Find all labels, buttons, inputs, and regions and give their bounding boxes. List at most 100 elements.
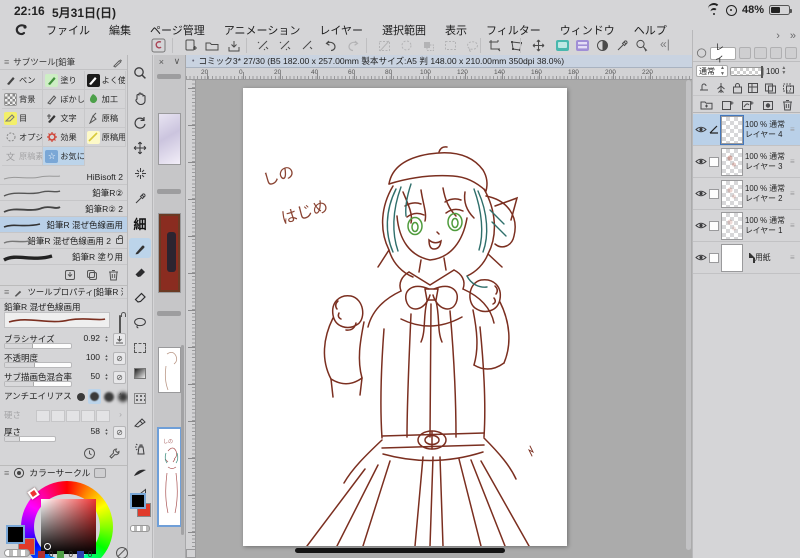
delete-layer-icon[interactable] xyxy=(782,99,793,111)
crop-icon[interactable] xyxy=(484,37,504,54)
menu-selection[interactable]: 選択範囲 xyxy=(382,22,426,38)
subtool-group-pen[interactable]: ペン xyxy=(2,71,44,90)
reselect-icon[interactable] xyxy=(396,37,416,54)
hand-tool-icon[interactable] xyxy=(129,88,151,108)
layer-mask-icon[interactable] xyxy=(762,99,774,111)
layer-grip-icon[interactable]: ≡ xyxy=(790,189,798,198)
menu-help[interactable]: ヘルプ xyxy=(634,22,667,38)
brush-item[interactable]: HiBisoft 2 xyxy=(0,169,127,185)
layer-row[interactable]: 100 % 通常 レイヤー 2 ≡ xyxy=(693,178,800,210)
layer-row[interactable]: 100 % 通常 レイヤー 1 ≡ xyxy=(693,210,800,242)
eyedropper-tool-icon[interactable] xyxy=(129,188,151,208)
layer-row-selected[interactable]: 100 % 通常 レイヤー 4 ≡ xyxy=(693,114,800,146)
duplicate-brush-icon[interactable] xyxy=(86,269,98,281)
layer-row-paper[interactable]: 用紙 ≡ xyxy=(693,242,800,274)
panel-prev-icon[interactable]: › xyxy=(776,30,780,42)
app-settings-icon[interactable] xyxy=(148,37,168,54)
transform-icon[interactable] xyxy=(506,37,526,54)
page-thumbnail[interactable] xyxy=(158,213,181,293)
new-layer-folder-icon[interactable] xyxy=(700,99,713,111)
no-dynamics-icon[interactable]: ⊘ xyxy=(113,371,126,384)
layer-thumbnail[interactable] xyxy=(721,243,743,272)
layer-thumbnail[interactable] xyxy=(721,147,743,176)
collapse-toolbar-icon[interactable]: «| xyxy=(660,37,670,51)
visibility-eye-icon[interactable] xyxy=(695,185,707,203)
reference-layer-icon[interactable] xyxy=(715,82,727,94)
lasso-tool-icon[interactable] xyxy=(129,313,151,333)
subtool-group-effect[interactable]: 効果 xyxy=(43,128,85,147)
visibility-eye-icon[interactable] xyxy=(695,121,707,139)
correction-wand-2-icon[interactable] xyxy=(274,37,294,54)
subtool-group-manuscript[interactable]: 原稿用 xyxy=(84,128,126,147)
brush-item[interactable]: 鉛筆R 混ぜ色線画用 2 xyxy=(0,233,127,249)
new-raster-layer-icon[interactable] xyxy=(721,99,734,111)
redo-button[interactable] xyxy=(344,37,364,54)
deselect-icon[interactable] xyxy=(374,37,394,54)
menu-view[interactable]: 表示 xyxy=(445,22,467,38)
menu-file[interactable]: ファイル xyxy=(46,22,90,38)
panel-grip-icon[interactable]: ≡ xyxy=(4,468,9,478)
canvas-page[interactable]: しの はじめ xyxy=(243,88,567,547)
brush-item[interactable]: 鉛筆R② 2 xyxy=(0,201,127,217)
move-icon[interactable] xyxy=(528,37,548,54)
stepper-icon[interactable]: ▲ ▼ xyxy=(103,332,110,346)
no-dynamics-icon[interactable]: ⊘ xyxy=(113,352,126,365)
tab-layer-property-icon[interactable] xyxy=(739,47,752,59)
blend-tool-icon[interactable] xyxy=(129,288,151,308)
menu-window[interactable]: ウィンドウ xyxy=(560,22,615,38)
subtool-group-blur[interactable]: ぼかし xyxy=(43,90,85,109)
layer-checkbox[interactable] xyxy=(709,156,719,167)
new-vector-layer-icon[interactable] xyxy=(741,99,754,111)
stepper-icon[interactable]: ▲ ▼ xyxy=(103,370,110,384)
aa-weak-button[interactable] xyxy=(88,389,101,404)
stepper-icon[interactable]: ▲ ▼ xyxy=(103,351,110,365)
clip-studio-logo-icon[interactable] xyxy=(14,23,30,37)
layer-grip-icon[interactable]: ≡ xyxy=(790,221,798,230)
aa-middle-button[interactable] xyxy=(102,389,115,404)
tab-layers[interactable]: レイ xyxy=(710,42,737,64)
transparent-color-swatch[interactable] xyxy=(4,549,30,557)
layer-grip-icon[interactable]: ≡ xyxy=(790,157,798,166)
pencil-tool-selected[interactable] xyxy=(129,238,151,258)
subtool-group-object[interactable]: オプジ xyxy=(2,128,44,147)
subtool-group-eye[interactable]: 目 xyxy=(2,109,44,128)
panel-swirl-icon[interactable] xyxy=(696,47,707,59)
zoom-tool-icon[interactable] xyxy=(632,37,652,54)
panel-grip-icon[interactable]: ≡ xyxy=(4,57,9,67)
close-strip-icon[interactable]: × xyxy=(159,57,164,67)
tab-material-icon[interactable] xyxy=(784,47,798,59)
sv-marker[interactable] xyxy=(44,543,51,550)
color-slider-tab-icon[interactable] xyxy=(94,467,107,478)
layer-checkbox[interactable] xyxy=(709,188,719,199)
brush-size-value[interactable]: 0.92 xyxy=(83,333,100,343)
open-file-button[interactable] xyxy=(202,37,222,54)
layer-grip-icon[interactable]: ≡ xyxy=(790,125,798,134)
subtool-group-fill[interactable]: 塗り xyxy=(43,71,85,90)
menu-page-manage[interactable]: ページ管理 xyxy=(150,22,205,38)
lock-layer-icon[interactable] xyxy=(732,82,743,94)
decoration-tool-icon[interactable] xyxy=(129,463,151,483)
mix-value[interactable]: 50 xyxy=(91,371,100,381)
subtool-group-background[interactable]: 背景 xyxy=(2,90,44,109)
new-file-button[interactable] xyxy=(180,37,200,54)
blend-mode-select[interactable]: 通常 ▲ ▼ xyxy=(696,65,728,77)
move-layer-icon[interactable] xyxy=(129,138,151,158)
delete-brush-icon[interactable] xyxy=(108,269,119,281)
visibility-eye-icon[interactable] xyxy=(695,249,707,267)
opacity-value[interactable]: 100 xyxy=(86,352,100,362)
rect-select-icon[interactable] xyxy=(440,37,460,54)
invert-selection-icon[interactable] xyxy=(418,37,438,54)
import-brush-icon[interactable] xyxy=(64,269,76,281)
visibility-eye-icon[interactable] xyxy=(695,153,707,171)
ruler-range-icon[interactable] xyxy=(782,82,795,94)
enable-mask-icon[interactable] xyxy=(764,82,777,94)
lock-transparent-pixels-icon[interactable] xyxy=(747,82,759,94)
correction-wand-3-icon[interactable] xyxy=(296,37,316,54)
wrench-settings-icon[interactable] xyxy=(108,447,121,460)
page-thumbnail[interactable] xyxy=(158,113,181,165)
document-tab[interactable]: • コミック3* 27/30 (B5 182.00 x 257.00mm 製本サ… xyxy=(186,55,692,68)
hardness-more-icon[interactable]: › xyxy=(119,409,122,419)
brush-item[interactable]: 鉛筆R② xyxy=(0,185,127,201)
layer-checkbox[interactable] xyxy=(709,220,719,231)
tone-adjust-icon[interactable] xyxy=(592,37,612,54)
